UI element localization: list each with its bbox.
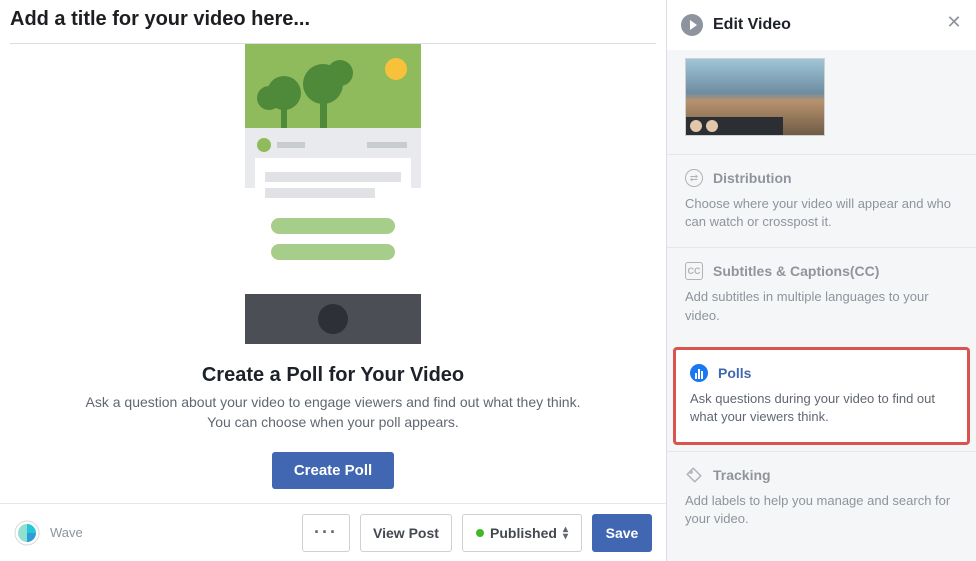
polls-desc: Ask questions during your video to find … [690,390,953,426]
thumbnail-preview[interactable] [685,58,825,136]
subtitles-desc: Add subtitles in multiple languages to y… [685,288,958,324]
brand-label: Wave [50,525,83,540]
section-polls[interactable]: Polls Ask questions during your video to… [673,347,970,445]
poll-description: Ask a question about your video to engag… [73,393,593,432]
published-label: Published [490,525,557,541]
polls-title: Polls [718,365,751,381]
poll-heading: Create a Poll for Your Video [202,364,464,387]
view-post-button[interactable]: View Post [360,514,452,552]
sidebar-header: Edit Video ✕ [667,0,976,50]
distribution-desc: Choose where your video will appear and … [685,195,958,231]
section-distribution[interactable]: ⇄ Distribution Choose where your video w… [667,154,976,247]
sort-icon: ▴▾ [563,526,568,540]
sidebar-scroll[interactable]: ⇄ Distribution Choose where your video w… [667,50,976,561]
section-subtitles[interactable]: CC Subtitles & Captions(CC) Add subtitle… [667,247,976,340]
tracking-desc: Add labels to help you manage and search… [685,492,958,528]
create-poll-button[interactable]: Create Poll [272,452,394,489]
sidebar: Edit Video ✕ ⇄ Distribution Choose where… [666,0,976,561]
tracking-title: Tracking [713,467,771,483]
play-icon [681,14,703,36]
title-input-area[interactable]: Add a title for your video here... [0,0,666,41]
section-tracking[interactable]: Tracking Add labels to help you manage a… [667,451,976,544]
polls-icon [690,364,708,382]
save-button[interactable]: Save [592,514,652,552]
content-area: Create a Poll for Your Video Ask a quest… [0,44,666,503]
main-panel: Add a title for your video here... [0,0,666,561]
tag-icon [685,466,703,484]
more-button[interactable]: ··· [302,514,350,552]
cc-icon: CC [685,262,703,280]
status-dot-icon [476,529,484,537]
poll-illustration [245,44,421,344]
wave-logo-icon [14,520,40,546]
close-button[interactable]: ✕ [946,14,962,30]
sidebar-title: Edit Video [713,16,791,34]
section-thumbnail[interactable] [667,50,976,154]
video-title-input[interactable]: Add a title for your video here... [10,8,656,31]
published-dropdown[interactable]: Published ▴▾ [462,514,582,552]
distribution-title: Distribution [713,170,792,186]
footer-bar: Wave ··· View Post Published ▴▾ Save [0,503,666,561]
distribution-icon: ⇄ [685,169,703,187]
subtitles-title: Subtitles & Captions(CC) [713,263,879,279]
